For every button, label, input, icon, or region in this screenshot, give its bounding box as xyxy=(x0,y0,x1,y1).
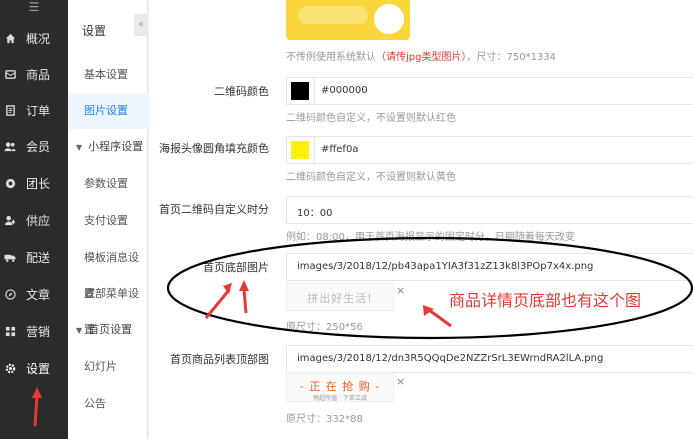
submenu-item-payment[interactable]: 支付设置 xyxy=(68,203,148,239)
submenu-item-notice[interactable]: 公告 xyxy=(68,386,148,422)
list-top-image-path: images/3/2018/12/dn3R5QQqDe2NZZrSrL3EWrn… xyxy=(297,353,604,364)
rail-item-label: 商品 xyxy=(26,67,51,82)
home-icon xyxy=(4,32,16,44)
avatar-fill-value: #ffef0a xyxy=(321,144,359,155)
rail-item-label: 营销 xyxy=(26,324,51,339)
submenu-group-miniprogram[interactable]: ▼ 小程序设置 xyxy=(68,129,148,165)
rail-item-articles[interactable]: 文章 xyxy=(0,276,68,312)
submenu-item-basic[interactable]: 基本设置 xyxy=(68,57,148,93)
qr-time-help: 例如：08:00，用于首页海报显示的固定时分，日期随着每天改变 xyxy=(286,232,575,243)
leader-icon xyxy=(4,177,16,189)
list-top-image-preview-sub: 物超所值 · 下单立减 xyxy=(313,395,367,402)
qr-color-swatch[interactable] xyxy=(287,78,315,104)
rail-item-label: 概况 xyxy=(26,31,51,46)
rail-item-marketing[interactable]: 营销 xyxy=(0,313,68,349)
rail-item-label: 配送 xyxy=(26,250,51,265)
qr-time-label: 首页二维码自定义时分 xyxy=(159,203,269,216)
annotation-note: 商品详情页底部也有这个图 xyxy=(449,291,642,310)
rail-item-leader[interactable]: 团长 xyxy=(0,165,68,201)
swatch-fill xyxy=(291,141,309,159)
rail-item-orders[interactable]: 订单 xyxy=(0,92,68,128)
poster-bg-preview xyxy=(286,0,410,40)
remove-bottom-image-icon[interactable]: × xyxy=(396,284,405,297)
submenu-item-params[interactable]: 参数设置 xyxy=(68,166,148,202)
swatch-fill xyxy=(291,82,309,100)
list-top-image-preview-text: - 正 在 抢 购 - xyxy=(299,380,381,393)
members-icon xyxy=(4,140,16,152)
submenu-group-label: 小程序设置 xyxy=(88,140,144,153)
list-top-image-size: 原尺寸：332*88 xyxy=(286,414,363,425)
submenu-item-images[interactable]: 图片设置 xyxy=(68,93,148,129)
submenu-title: 设置 xyxy=(82,24,107,38)
goods-icon xyxy=(4,68,16,80)
qr-color-value: #000000 xyxy=(321,85,368,96)
rail-item-label: 供应 xyxy=(26,213,51,228)
collapse-icon[interactable]: « xyxy=(134,14,148,36)
main-sidebar: ☰ 概况 商品 订单 会员 团长 供应 配送 文章 营销 设置 xyxy=(0,0,68,439)
submenu-item-template-msg[interactable]: 模板消息设置 xyxy=(68,240,148,300)
avatar-fill-swatch[interactable] xyxy=(287,137,315,163)
submenu-header: 设置 « xyxy=(68,0,148,58)
settings-submenu: 设置 « 基本设置 图片设置 ▼ 小程序设置 参数设置 支付设置 模板消息设置 底… xyxy=(68,0,148,439)
settings-form: 不传例使用系统默认（请传jpg类型图片），尺寸：750*1334 二维码颜色 #… xyxy=(149,0,693,439)
qr-time-value: 10：00 xyxy=(297,208,333,219)
rail-item-label: 订单 xyxy=(26,103,51,118)
order-icon xyxy=(4,104,16,116)
truck-icon xyxy=(4,251,16,263)
rail-item-supply[interactable]: 供应 xyxy=(0,202,68,238)
submenu-group-home[interactable]: ▼ 首页设置 xyxy=(68,312,148,348)
caret-down-icon: ▼ xyxy=(76,143,83,152)
rail-item-label: 设置 xyxy=(26,361,51,376)
avatar-fill-label: 海报头像圆角填充颜色 xyxy=(159,142,269,155)
bottom-image-path: images/3/2018/12/pb43apa1YIA3f31zZ13k8l3… xyxy=(297,261,594,272)
bottom-image-input[interactable]: images/3/2018/12/pb43apa1YIA3f31zZ13k8l3… xyxy=(286,253,693,281)
menu-toggle-icon[interactable]: ☰ xyxy=(0,0,68,18)
poster-bg-help: 不传例使用系统默认（请传jpg类型图片），尺寸：750*1334 xyxy=(286,52,557,63)
submenu-item-bottom-menu[interactable]: 底部菜单设置 xyxy=(68,276,148,336)
bottom-image-label: 首页底部图片 xyxy=(203,261,269,274)
compass-icon xyxy=(4,288,16,300)
list-top-image-input[interactable]: images/3/2018/12/dn3R5QQqDe2NZZrSrL3EWrn… xyxy=(286,345,693,373)
rail-item-label: 团长 xyxy=(26,176,51,191)
rail-item-settings[interactable]: 设置 xyxy=(0,350,68,386)
list-top-image-label: 首页商品列表顶部图 xyxy=(170,353,269,366)
rail-item-members[interactable]: 会员 xyxy=(0,128,68,164)
rail-item-delivery[interactable]: 配送 xyxy=(0,239,68,275)
avatar-fill-input[interactable]: #ffef0a xyxy=(286,136,693,164)
submenu-item-slides[interactable]: 幻灯片 xyxy=(68,349,148,385)
qr-time-input[interactable]: 10：00 xyxy=(286,196,693,224)
qr-color-label: 二维码颜色 xyxy=(214,85,269,98)
bottom-image-preview: 拼出好生活! xyxy=(286,283,394,311)
supply-icon xyxy=(4,214,16,226)
remove-list-top-image-icon[interactable]: × xyxy=(396,375,405,388)
rail-item-label: 会员 xyxy=(26,139,51,154)
rail-item-label: 文章 xyxy=(26,287,51,302)
caret-down-icon: ▼ xyxy=(76,326,83,335)
qr-color-input[interactable]: #000000 xyxy=(286,77,693,105)
bottom-image-size: 原尺寸：250*56 xyxy=(286,322,363,333)
bottom-image-preview-text: 拼出好生活! xyxy=(307,292,373,305)
gear-icon xyxy=(4,362,16,374)
avatar-fill-help: 二维码颜色自定义，不设置则默认黄色 xyxy=(286,172,456,183)
list-top-image-preview: - 正 在 抢 购 - 物超所值 · 下单立减 xyxy=(286,374,394,402)
marketing-icon xyxy=(4,325,16,337)
rail-item-overview[interactable]: 概况 xyxy=(0,20,68,56)
submenu-group-label: 首页设置 xyxy=(88,323,133,336)
qr-color-help: 二维码颜色自定义，不设置则默认红色 xyxy=(286,113,456,124)
rail-item-goods[interactable]: 商品 xyxy=(0,56,68,92)
